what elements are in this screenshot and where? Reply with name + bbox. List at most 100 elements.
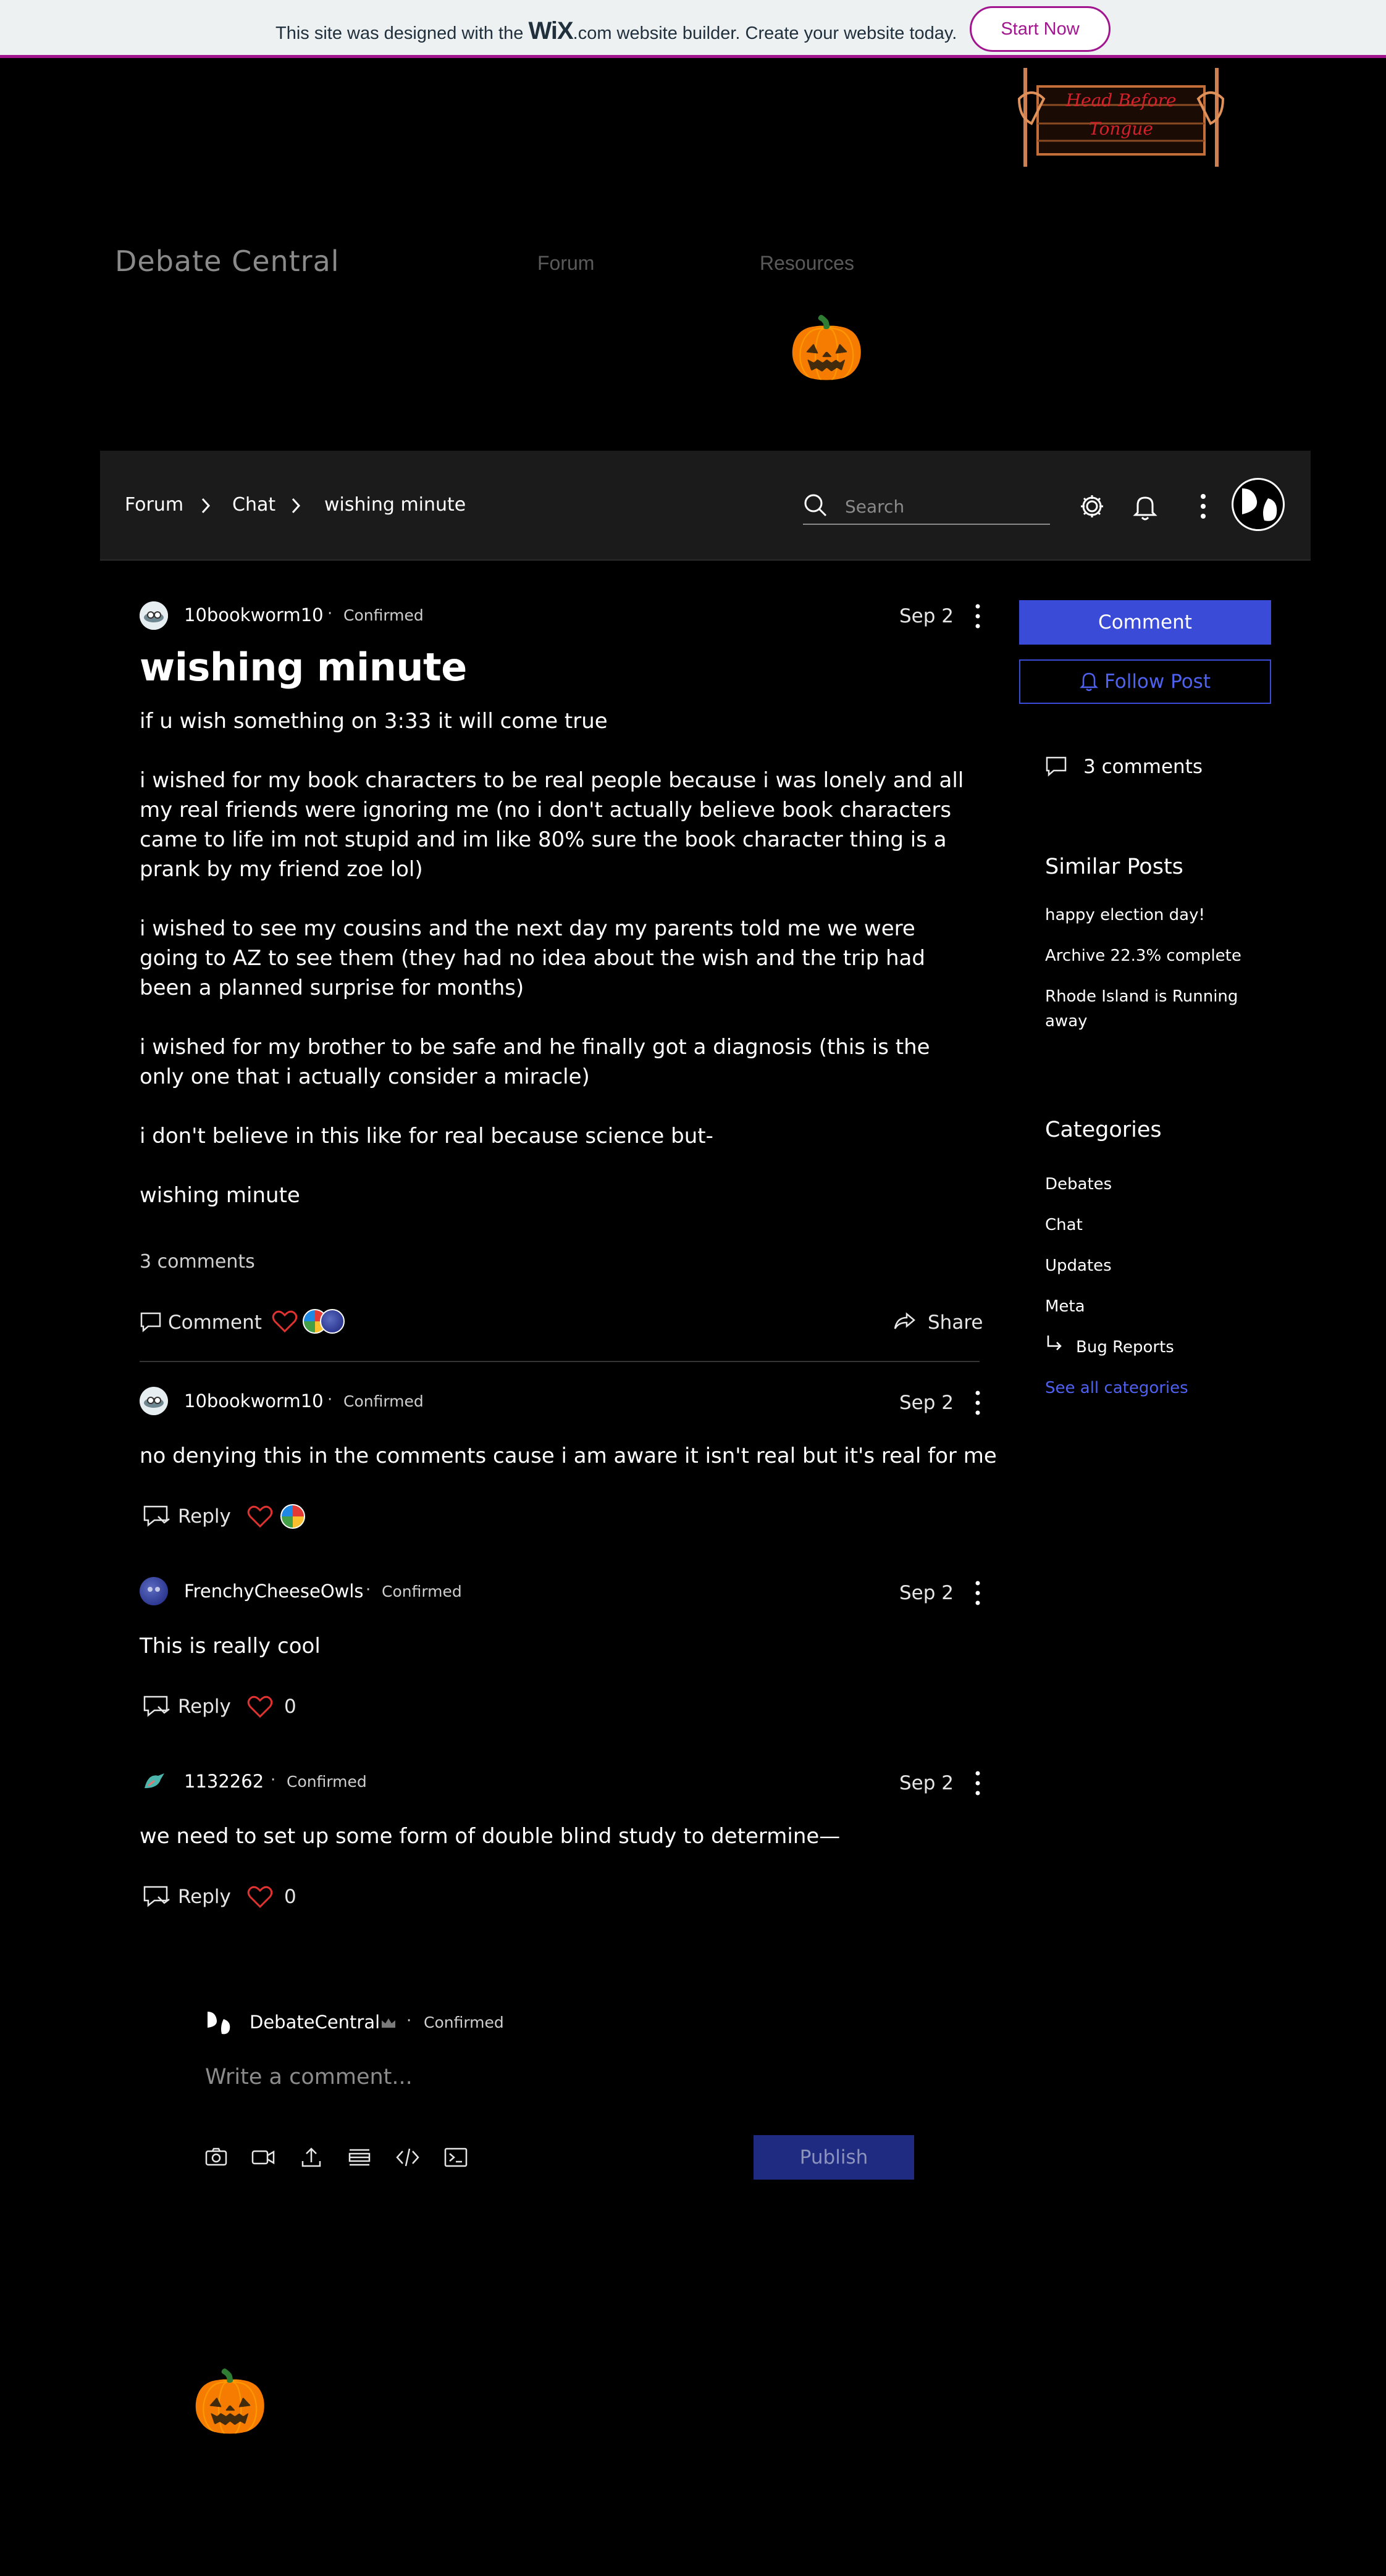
- separator-dot: ·: [327, 1390, 333, 1409]
- bell-icon[interactable]: [1129, 490, 1161, 522]
- share-button[interactable]: Share: [928, 1311, 983, 1334]
- chevron-right-icon: [292, 498, 301, 514]
- comment-more-options-icon[interactable]: [968, 1578, 987, 1608]
- comment-date: Sep 2: [899, 1772, 954, 1794]
- bird-avatar-icon: [140, 1767, 168, 1796]
- chevron-right-icon: [201, 498, 211, 514]
- wix-banner: This site was designed with the WiX.com …: [0, 0, 1386, 58]
- post-paragraph: i wished for my brother to be safe and h…: [140, 1035, 930, 1089]
- wix-logo: WiX: [528, 17, 573, 44]
- follow-post-label: Follow Post: [1104, 671, 1211, 693]
- reply-icon[interactable]: [142, 1884, 172, 1909]
- like-heart-icon[interactable]: [247, 1696, 273, 1719]
- breadcrumb-current: wishing minute: [324, 494, 466, 516]
- separator-dot: ·: [406, 2012, 412, 2030]
- publish-button[interactable]: Publish: [754, 2135, 914, 2180]
- comment-author-name[interactable]: 10bookworm10: [184, 1390, 324, 1411]
- post-divider: [140, 1361, 980, 1362]
- post-paragraph: if u wish something on 3:33 it will come…: [140, 709, 608, 734]
- reactor-avatar[interactable]: [280, 1504, 305, 1529]
- wix-text-before: This site was designed with the: [275, 23, 524, 43]
- composer-author-avatar: [208, 2012, 230, 2034]
- category-updates[interactable]: Updates: [1045, 1253, 1255, 1278]
- reply-icon[interactable]: [142, 1694, 172, 1719]
- comment-author-avatar[interactable]: [140, 1577, 168, 1605]
- breadcrumb-forum[interactable]: Forum: [125, 494, 183, 516]
- gear-icon[interactable]: [1076, 490, 1108, 522]
- categories-heading: Categories: [1045, 1118, 1162, 1142]
- more-options-icon[interactable]: [1187, 490, 1219, 522]
- logo-text-line2: Tongue: [1089, 119, 1153, 139]
- post-date: Sep 2: [899, 605, 954, 627]
- like-count: 0: [284, 1886, 296, 1908]
- camera-icon[interactable]: [204, 2145, 229, 2170]
- post-comments-count[interactable]: 3 comments: [140, 1251, 255, 1273]
- category-bug-reports[interactable]: Bug Reports: [1076, 1335, 1261, 1360]
- debatecentral-logo-icon: [1242, 488, 1277, 521]
- post-paragraph: i wished for my book characters to be re…: [140, 768, 964, 882]
- see-all-categories-link[interactable]: See all categories: [1045, 1376, 1255, 1400]
- sidebar-comment-button[interactable]: Comment: [1019, 600, 1271, 645]
- logo-text-line1: Head Before: [1065, 90, 1177, 111]
- start-now-button[interactable]: Start Now: [970, 6, 1111, 52]
- terminal-icon[interactable]: [443, 2145, 468, 2170]
- breadcrumb-chat[interactable]: Chat: [232, 494, 275, 516]
- separator-dot: ·: [366, 1581, 371, 1599]
- post-paragraph: i wished to see my cousins and the next …: [140, 916, 925, 1000]
- comment-more-options-icon[interactable]: [968, 1768, 987, 1798]
- comment-icon: [1046, 756, 1067, 777]
- category-debates[interactable]: Debates: [1045, 1172, 1255, 1197]
- category-chat[interactable]: Chat: [1045, 1213, 1255, 1237]
- reply-button[interactable]: Reply: [178, 1886, 231, 1908]
- similar-post-link[interactable]: Rhode Island is Running away: [1045, 984, 1255, 1034]
- similar-post-link[interactable]: Archive 22.3% complete: [1045, 943, 1255, 968]
- search-box[interactable]: [803, 488, 1050, 525]
- post-more-options-icon[interactable]: [968, 601, 987, 631]
- comment-more-options-icon[interactable]: [968, 1388, 987, 1418]
- nav-forum[interactable]: Forum: [537, 252, 594, 275]
- site-logo-image[interactable]: Head Before Tongue: [1013, 62, 1229, 172]
- bell-icon: [1079, 672, 1099, 692]
- code-icon[interactable]: [395, 2145, 420, 2170]
- separator-dot: ·: [327, 604, 333, 623]
- comment-author-avatar[interactable]: [140, 1767, 168, 1796]
- confirmed-badge: Confirmed: [287, 1773, 367, 1791]
- sign-illustration: Head Before Tongue: [1013, 62, 1229, 172]
- comment-input[interactable]: [205, 2060, 909, 2094]
- like-heart-icon[interactable]: [272, 1310, 298, 1334]
- comment-author-name[interactable]: 1132262: [184, 1771, 264, 1792]
- category-meta[interactable]: Meta: [1045, 1294, 1255, 1319]
- sidebar-comments-count: 3 comments: [1083, 756, 1203, 778]
- user-avatar[interactable]: [1232, 478, 1285, 531]
- like-heart-icon[interactable]: [247, 1886, 273, 1909]
- divider-icon[interactable]: [347, 2145, 372, 2170]
- reply-button[interactable]: Reply: [178, 1505, 231, 1528]
- comment-icon[interactable]: [140, 1311, 162, 1332]
- search-input[interactable]: [845, 494, 1043, 519]
- confirmed-badge: Confirmed: [343, 606, 424, 624]
- share-icon[interactable]: [893, 1311, 915, 1331]
- comment-button[interactable]: Comment: [168, 1311, 262, 1334]
- reply-icon[interactable]: [142, 1504, 172, 1529]
- confirmed-badge: Confirmed: [382, 1583, 462, 1600]
- post-author-name[interactable]: 10bookworm10: [184, 604, 324, 625]
- forum-header-bar: Forum Chat wishing minute: [100, 451, 1311, 561]
- site-title[interactable]: Debate Central: [115, 245, 340, 278]
- upload-icon[interactable]: [299, 2145, 324, 2170]
- video-icon[interactable]: [251, 2145, 275, 2170]
- comment-author-name[interactable]: FrenchyCheeseOwls: [184, 1581, 364, 1602]
- owl-avatar-icon: [148, 1587, 160, 1592]
- reply-button[interactable]: Reply: [178, 1696, 231, 1718]
- comment-author-avatar[interactable]: [140, 1387, 168, 1415]
- post-paragraph: i don't believe in this like for real be…: [140, 1124, 713, 1148]
- nav-resources[interactable]: Resources: [760, 252, 854, 275]
- like-heart-icon[interactable]: [247, 1505, 273, 1529]
- bookworm-avatar-icon: [140, 601, 168, 630]
- reactor-avatar[interactable]: [320, 1309, 345, 1334]
- subcategory-arrow-icon: [1047, 1336, 1062, 1350]
- post-title: wishing minute: [140, 645, 467, 690]
- follow-post-button[interactable]: Follow Post: [1019, 659, 1271, 704]
- similar-post-link[interactable]: happy election day!: [1045, 903, 1255, 927]
- comment-text: we need to set up some form of double bl…: [140, 1824, 841, 1849]
- author-avatar[interactable]: [140, 601, 168, 630]
